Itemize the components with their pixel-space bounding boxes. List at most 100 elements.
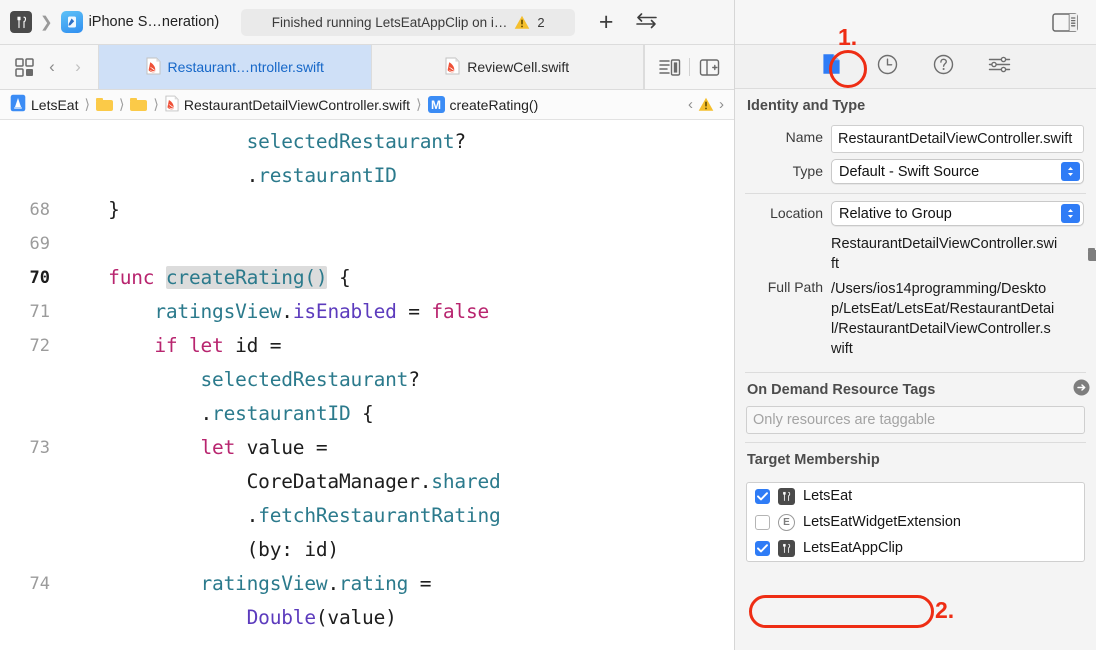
toolbar-divider xyxy=(689,58,690,76)
code-line: CoreDataManager.shared xyxy=(0,465,734,499)
code-token: value = xyxy=(235,436,328,459)
help-inspector-tab[interactable] xyxy=(930,53,958,81)
breadcrumb-project[interactable]: LetsEat xyxy=(10,94,78,115)
code-line: 68 } xyxy=(0,193,734,227)
code-text[interactable]: if let id = xyxy=(62,329,281,363)
target-checkbox[interactable] xyxy=(755,540,770,556)
breadcrumb-chevron-icon: ⟩ xyxy=(416,96,422,112)
target-checkbox[interactable] xyxy=(755,488,770,504)
add-button[interactable]: + xyxy=(589,5,623,39)
callout-1-number: 1. xyxy=(838,24,858,50)
breadcrumb-project-label: LetsEat xyxy=(31,96,79,113)
line-number: 73 xyxy=(29,438,50,458)
target-membership-list: LetsEat E LetsEatWidgetExtension LetsEat… xyxy=(746,482,1085,562)
code-text[interactable]: .fetchRestaurantRating xyxy=(62,499,501,533)
folder-icon[interactable] xyxy=(95,98,113,111)
app-target-icon xyxy=(778,539,795,557)
code-text[interactable]: ratingsView.isEnabled = false xyxy=(62,295,489,329)
quick-help-tab[interactable] xyxy=(986,53,1014,81)
target-row-letseatwidgetextension[interactable]: E LetsEatWidgetExtension xyxy=(747,509,1084,535)
status-message: Finished running LetsEatAppClip on i… xyxy=(271,14,508,30)
on-demand-tags-input[interactable]: Only resources are taggable xyxy=(746,406,1085,434)
code-text[interactable]: selectedRestaurant? xyxy=(62,125,466,159)
target-checkbox[interactable] xyxy=(755,514,770,530)
line-number: 74 xyxy=(29,574,50,594)
type-value: Default - Swift Source xyxy=(839,163,980,180)
activity-status-bar[interactable]: Finished running LetsEatAppClip on i… 2 xyxy=(241,8,576,36)
code-text[interactable]: (by: id) xyxy=(62,533,340,567)
warning-count: 2 xyxy=(537,14,545,30)
code-line: selectedRestaurant? xyxy=(0,125,734,159)
minimap-toggle-button[interactable] xyxy=(653,52,686,82)
target-membership-title: Target Membership xyxy=(747,452,880,468)
scheme-selector[interactable]: ❯ iPhone S…neration) xyxy=(10,11,219,33)
letseat-app-icon xyxy=(10,11,32,33)
warning-triangle-icon[interactable] xyxy=(698,97,714,112)
on-demand-resource-tags-title: On Demand Resource Tags xyxy=(747,382,936,398)
code-text[interactable]: .restaurantID { xyxy=(62,397,373,431)
location-label: Location xyxy=(770,205,823,221)
location-popup-button[interactable]: Relative to Group xyxy=(831,201,1084,226)
breadcrumb-symbol[interactable]: M createRating() xyxy=(427,96,538,113)
app-target-icon xyxy=(778,487,795,505)
previous-issue-button[interactable]: ‹ xyxy=(688,96,693,113)
next-issue-button[interactable]: › xyxy=(719,96,724,113)
simulator-icon xyxy=(60,11,83,33)
target-row-letseat[interactable]: LetsEat xyxy=(747,483,1084,509)
code-text[interactable]: selectedRestaurant? xyxy=(62,363,419,397)
reveal-in-finder-icon[interactable] xyxy=(1073,379,1090,401)
code-token: = xyxy=(396,300,432,323)
target-row-letseatappclip[interactable]: LetsEatAppClip xyxy=(747,535,1084,561)
location-file-spacer xyxy=(745,234,823,238)
add-editor-button[interactable] xyxy=(693,52,726,82)
history-inspector-tab[interactable] xyxy=(874,53,902,81)
code-token: rating xyxy=(338,572,409,595)
navigate-back-button[interactable]: ‹ xyxy=(40,57,64,77)
full-path-row: Full Path /Users/ios14programming/Deskto… xyxy=(735,275,1096,396)
code-text[interactable]: func createRating() { xyxy=(62,261,351,295)
project-icon xyxy=(10,94,26,115)
swift-file-icon xyxy=(146,57,161,78)
toggle-inspector-button[interactable] xyxy=(1048,5,1082,39)
tab-restaurant-detail-view-controller[interactable]: Restaurant…ntroller.swift xyxy=(99,45,372,89)
tab-review-cell[interactable]: ReviewCell.swift xyxy=(371,45,644,89)
line-number: 68 xyxy=(29,200,50,220)
folder-icon[interactable] xyxy=(130,98,148,111)
code-token: ratingsView xyxy=(200,572,328,595)
sliders-icon xyxy=(988,55,1011,79)
choose-folder-icon[interactable] xyxy=(1088,248,1096,261)
source-editor[interactable]: selectedRestaurant? .restaurantID 68 } 69 7… xyxy=(0,120,734,650)
type-popup-button[interactable]: Default - Swift Source xyxy=(831,159,1084,184)
code-line: 74 ratingsView.rating = xyxy=(0,567,734,601)
inspector-panel: Identity and Type Name RestaurantDetailV… xyxy=(735,0,1096,650)
navigate-forward-button[interactable]: › xyxy=(66,57,90,77)
method-badge-icon: M xyxy=(427,96,445,113)
name-row: Name RestaurantDetailViewController.swif… xyxy=(735,122,1096,156)
code-text[interactable]: Double(value) xyxy=(62,601,397,635)
swap-editors-button[interactable] xyxy=(629,5,663,39)
code-token: false xyxy=(431,300,490,323)
code-line: 70 func createRating() { xyxy=(0,261,734,295)
tab-label: Restaurant…ntroller.swift xyxy=(167,59,324,75)
code-text[interactable]: let value = xyxy=(62,431,327,465)
name-label: Name xyxy=(785,129,823,145)
name-field[interactable]: RestaurantDetailViewController.swift xyxy=(831,125,1084,153)
code-text[interactable]: } xyxy=(62,193,120,227)
full-path-label: Full Path xyxy=(767,279,823,295)
code-text[interactable]: ratingsView.rating = xyxy=(62,567,431,601)
code-text[interactable]: .restaurantID xyxy=(62,159,397,193)
tab-overview-icon[interactable] xyxy=(10,53,38,81)
code-text[interactable]: CoreDataManager.shared xyxy=(62,465,501,499)
code-token: { xyxy=(327,266,351,289)
tab-list: Restaurant…ntroller.swift ReviewCell.swi… xyxy=(99,45,644,89)
type-label: Type xyxy=(792,163,823,179)
code-line: .restaurantID { xyxy=(0,397,734,431)
xcode-window: ❯ iPhone S…neration) Finished running Le… xyxy=(0,0,1096,650)
code-token: if let xyxy=(154,334,224,357)
code-token: . xyxy=(281,300,293,323)
breadcrumb-file[interactable]: RestaurantDetailViewController.swift xyxy=(165,95,410,115)
